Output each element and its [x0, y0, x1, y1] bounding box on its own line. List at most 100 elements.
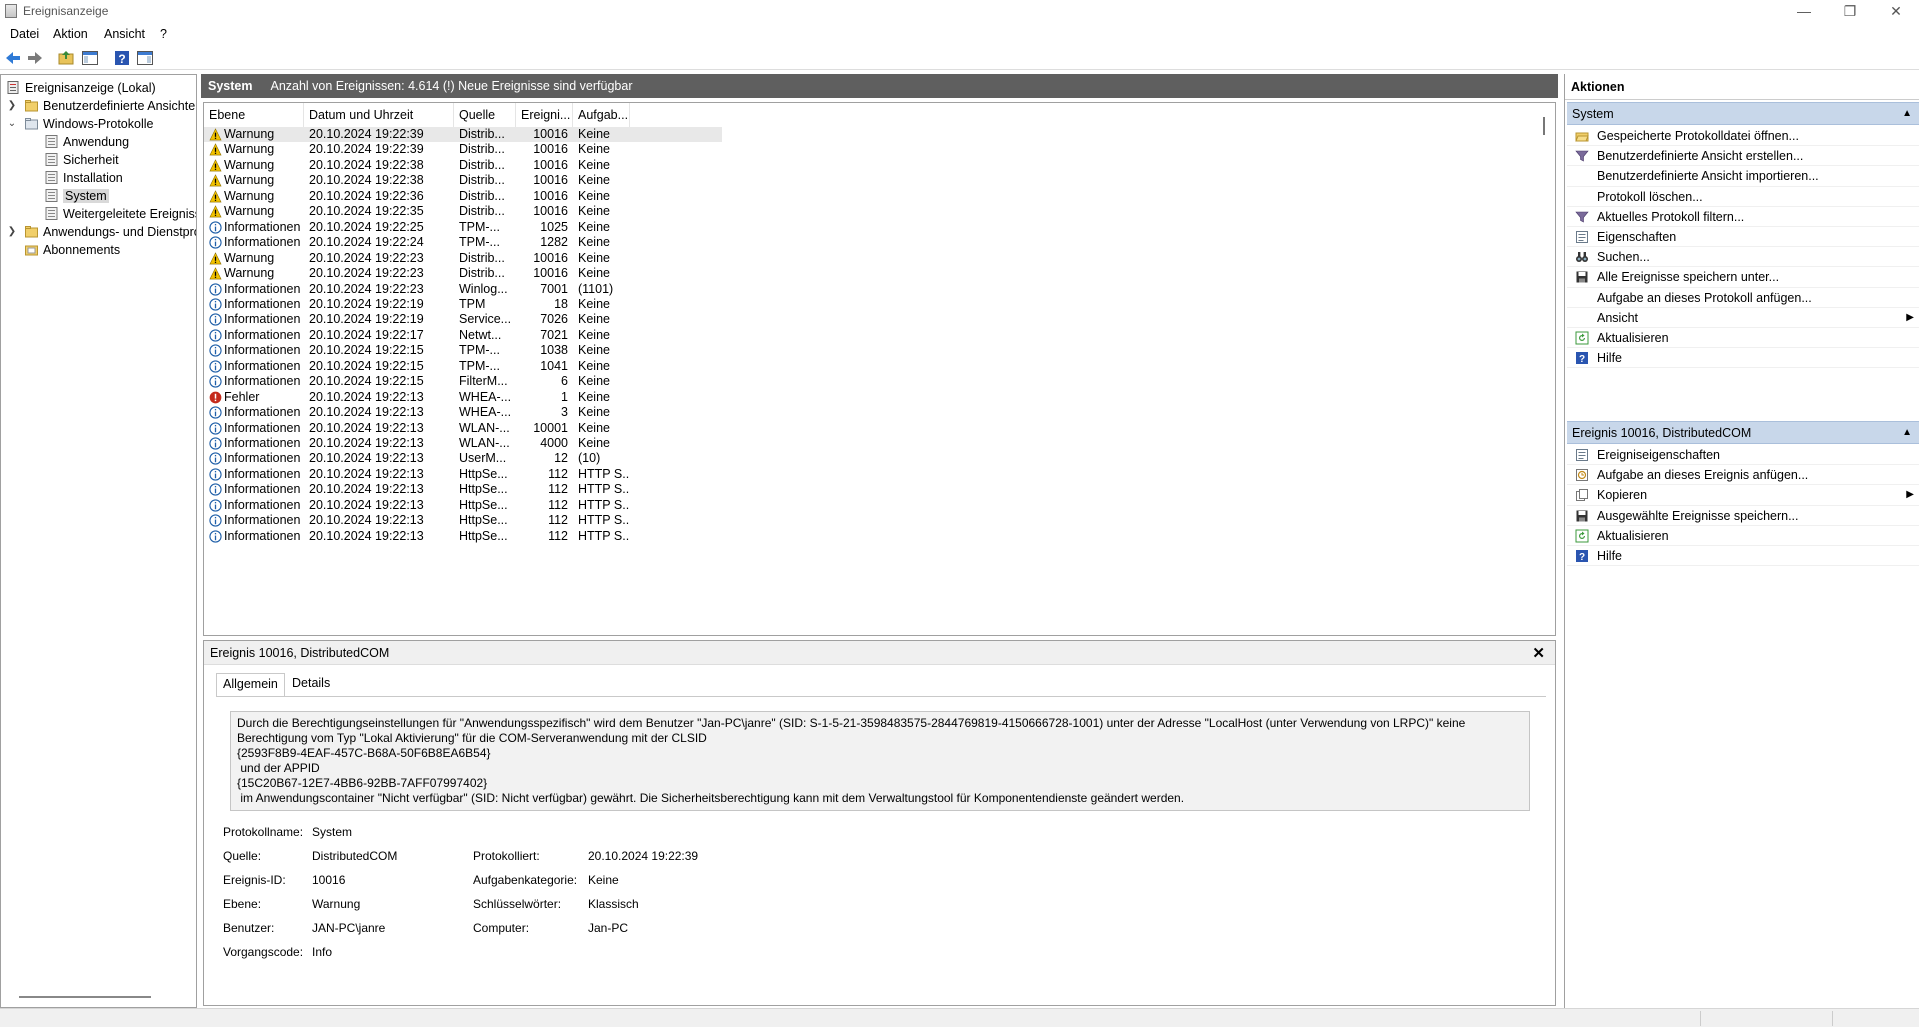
forward-arrow-icon[interactable]: [26, 49, 44, 67]
action-label: Alle Ereignisse speichern unter...: [1597, 270, 1780, 285]
minimize-button[interactable]: —: [1781, 0, 1827, 24]
close-icon[interactable]: ✕: [1532, 644, 1545, 662]
column-header-task[interactable]: Aufgab...: [573, 103, 630, 127]
action-item-system-2[interactable]: Benutzerdefinierte Ansicht importieren..…: [1567, 166, 1919, 187]
event-row[interactable]: Warnung 20.10.2024 19:22:36 Distrib... 1001…: [204, 189, 722, 204]
menu-help[interactable]: ?: [160, 27, 167, 41]
event-row[interactable]: Warnung 20.10.2024 19:22:39 Distrib... 1001…: [204, 142, 722, 157]
event-row[interactable]: Informationen 20.10.2024 19:22:13 WLAN-...…: [204, 421, 722, 436]
action-item-system-8[interactable]: Aufgabe an dieses Protokoll anfügen...: [1567, 288, 1919, 308]
tree-horizontal-scrollbar[interactable]: [19, 996, 151, 998]
event-row[interactable]: Informationen 20.10.2024 19:22:13 WLAN-...…: [204, 436, 722, 451]
event-row[interactable]: Informationen 20.10.2024 19:22:25 TPM-... 1…: [204, 220, 722, 235]
event-row[interactable]: Warnung 20.10.2024 19:22:38 Distrib... 1001…: [204, 158, 722, 173]
event-row[interactable]: Informationen 20.10.2024 19:22:13 HttpSe..…: [204, 529, 722, 544]
action-item-event-0[interactable]: Ereigniseigenschaften: [1567, 445, 1919, 466]
action-item-event-3[interactable]: Ausgewählte Ereignisse speichern...: [1567, 506, 1919, 526]
action-label: Eigenschaften: [1597, 230, 1677, 244]
tree-item-subscriptions[interactable]: Abonnements: [25, 241, 120, 259]
action-item-event-4[interactable]: Aktualisieren: [1567, 526, 1919, 546]
tree-item-sicherheit[interactable]: Sicherheit: [45, 151, 119, 169]
collapse-caret-icon[interactable]: ▲: [1902, 103, 1912, 125]
event-row[interactable]: Warnung 20.10.2024 19:22:23 Distrib... 1001…: [204, 266, 722, 281]
event-row[interactable]: Informationen 20.10.2024 19:22:24 TPM-... 1…: [204, 235, 722, 250]
folder-up-icon[interactable]: [57, 49, 75, 67]
action-item-event-1[interactable]: Aufgabe an dieses Ereignis anfügen...: [1567, 465, 1919, 486]
event-row[interactable]: Informationen 20.10.2024 19:22:15 TPM-... 1…: [204, 359, 722, 374]
tree-item-forwarded[interactable]: Weitergeleitete Ereignisse: [45, 205, 196, 223]
menu-ansicht[interactable]: Ansicht: [104, 27, 145, 41]
event-row[interactable]: Informationen 20.10.2024 19:22:19 Service.…: [204, 312, 722, 327]
menu-aktion[interactable]: Aktion: [53, 27, 88, 41]
tab-allgemein[interactable]: Allgemein: [216, 673, 285, 697]
action-item-system-0[interactable]: Gespeicherte Protokolldatei öffnen...: [1567, 126, 1919, 147]
menu-datei[interactable]: Datei: [10, 27, 39, 41]
event-row[interactable]: Informationen 20.10.2024 19:22:23 Winlog..…: [204, 282, 722, 297]
event-date: 20.10.2024 19:22:13: [309, 405, 424, 420]
action-item-system-7[interactable]: Alle Ereignisse speichern unter...: [1567, 267, 1919, 288]
action-item-system-5[interactable]: Eigenschaften: [1567, 227, 1919, 248]
event-row[interactable]: Informationen 20.10.2024 19:22:19 TPM 18 Kei…: [204, 297, 722, 312]
event-row[interactable]: Informationen 20.10.2024 19:22:17 Netwt...…: [204, 328, 722, 343]
tree-item-system[interactable]: System: [45, 187, 109, 205]
close-button[interactable]: ✕: [1873, 0, 1919, 24]
column-header-source[interactable]: Quelle: [454, 103, 516, 127]
actions-section-system[interactable]: System ▲: [1567, 102, 1919, 125]
event-row[interactable]: Informationen 20.10.2024 19:22:13 WHEA-...…: [204, 405, 722, 420]
binoculars-icon: [1576, 252, 1588, 263]
event-row[interactable]: Informationen 20.10.2024 19:22:13 HttpSe..…: [204, 498, 722, 513]
action-item-system-6[interactable]: Suchen...: [1567, 247, 1919, 268]
info-icon: [209, 360, 222, 373]
event-row[interactable]: Warnung 20.10.2024 19:22:38 Distrib... 1001…: [204, 173, 722, 188]
column-header-event-id[interactable]: Ereigni...: [516, 103, 573, 127]
event-row[interactable]: Informationen 20.10.2024 19:22:13 HttpSe..…: [204, 467, 722, 482]
collapse-chevron-icon[interactable]: ⌄: [7, 115, 17, 133]
event-list-scrollbar[interactable]: [1543, 117, 1545, 135]
event-level: Informationen: [224, 374, 301, 389]
action-item-system-3[interactable]: Protokoll löschen...: [1567, 187, 1919, 207]
event-date: 20.10.2024 19:22:15: [309, 358, 424, 373]
event-level: Warnung: [224, 250, 275, 265]
event-date: 20.10.2024 19:22:13: [309, 513, 424, 528]
tree-item-anwendung[interactable]: Anwendung: [45, 133, 129, 151]
restore-button[interactable]: ❐: [1827, 0, 1873, 24]
event-id: 10016: [533, 188, 568, 203]
show-hide-tree-icon[interactable]: [81, 49, 99, 67]
event-row[interactable]: Informationen 20.10.2024 19:22:13 UserM...…: [204, 451, 722, 466]
column-header-date[interactable]: Datum und Uhrzeit: [304, 103, 454, 127]
tree-item-installation[interactable]: Installation: [45, 169, 123, 187]
event-row[interactable]: Informationen 20.10.2024 19:22:13 HttpSe..…: [204, 513, 722, 528]
event-row[interactable]: Informationen 20.10.2024 19:22:15 FilterM.…: [204, 374, 722, 389]
action-item-event-2[interactable]: Kopieren ▶: [1567, 485, 1919, 506]
actions-section-event[interactable]: Ereignis 10016, DistributedCOM ▲: [1567, 421, 1919, 444]
event-date: 20.10.2024 19:22:23: [309, 266, 424, 281]
action-item-system-11[interactable]: ? Hilfe: [1567, 348, 1919, 369]
expand-chevron-icon[interactable]: ❯: [7, 97, 17, 115]
tab-details[interactable]: Details: [286, 673, 336, 695]
action-item-system-10[interactable]: Aktualisieren: [1567, 328, 1919, 349]
show-hide-action-pane-icon[interactable]: [136, 49, 154, 67]
event-task: Keine: [578, 173, 610, 188]
event-row[interactable]: Warnung 20.10.2024 19:22:23 Distrib... 1001…: [204, 251, 722, 266]
tree-label-system: System: [63, 189, 109, 203]
prop-logname-value: System: [312, 825, 353, 839]
toolbar: ?: [0, 46, 1919, 70]
prop-computer-value: Jan-PC: [588, 921, 629, 935]
warning-icon: [209, 174, 222, 187]
action-item-system-1[interactable]: Benutzerdefinierte Ansicht erstellen...: [1567, 146, 1919, 167]
action-item-event-5[interactable]: ? Hilfe: [1567, 546, 1919, 567]
collapse-caret-icon[interactable]: ▲: [1902, 422, 1912, 444]
info-icon: [209, 344, 222, 357]
action-item-system-4[interactable]: Aktuelles Protokoll filtern...: [1567, 207, 1919, 227]
event-row[interactable]: Informationen 20.10.2024 19:22:15 TPM-... 1…: [204, 343, 722, 358]
event-row[interactable]: Informationen 20.10.2024 19:22:13 HttpSe..…: [204, 482, 722, 497]
event-row[interactable]: Warnung 20.10.2024 19:22:39 Distrib... 1001…: [204, 127, 722, 143]
expand-chevron-icon[interactable]: ❯: [7, 223, 17, 241]
event-row[interactable]: Fehler 20.10.2024 19:22:13 WHEA-... 1 Keine: [204, 390, 722, 405]
help-icon[interactable]: ?: [113, 49, 131, 67]
action-item-system-9[interactable]: Ansicht ▶: [1567, 308, 1919, 328]
event-row[interactable]: Warnung 20.10.2024 19:22:35 Distrib... 1001…: [204, 204, 722, 219]
column-header-level[interactable]: Ebene: [204, 103, 304, 127]
tree-item-root[interactable]: Ereignisanzeige (Lokal): [7, 79, 156, 97]
back-arrow-icon[interactable]: [4, 49, 22, 67]
